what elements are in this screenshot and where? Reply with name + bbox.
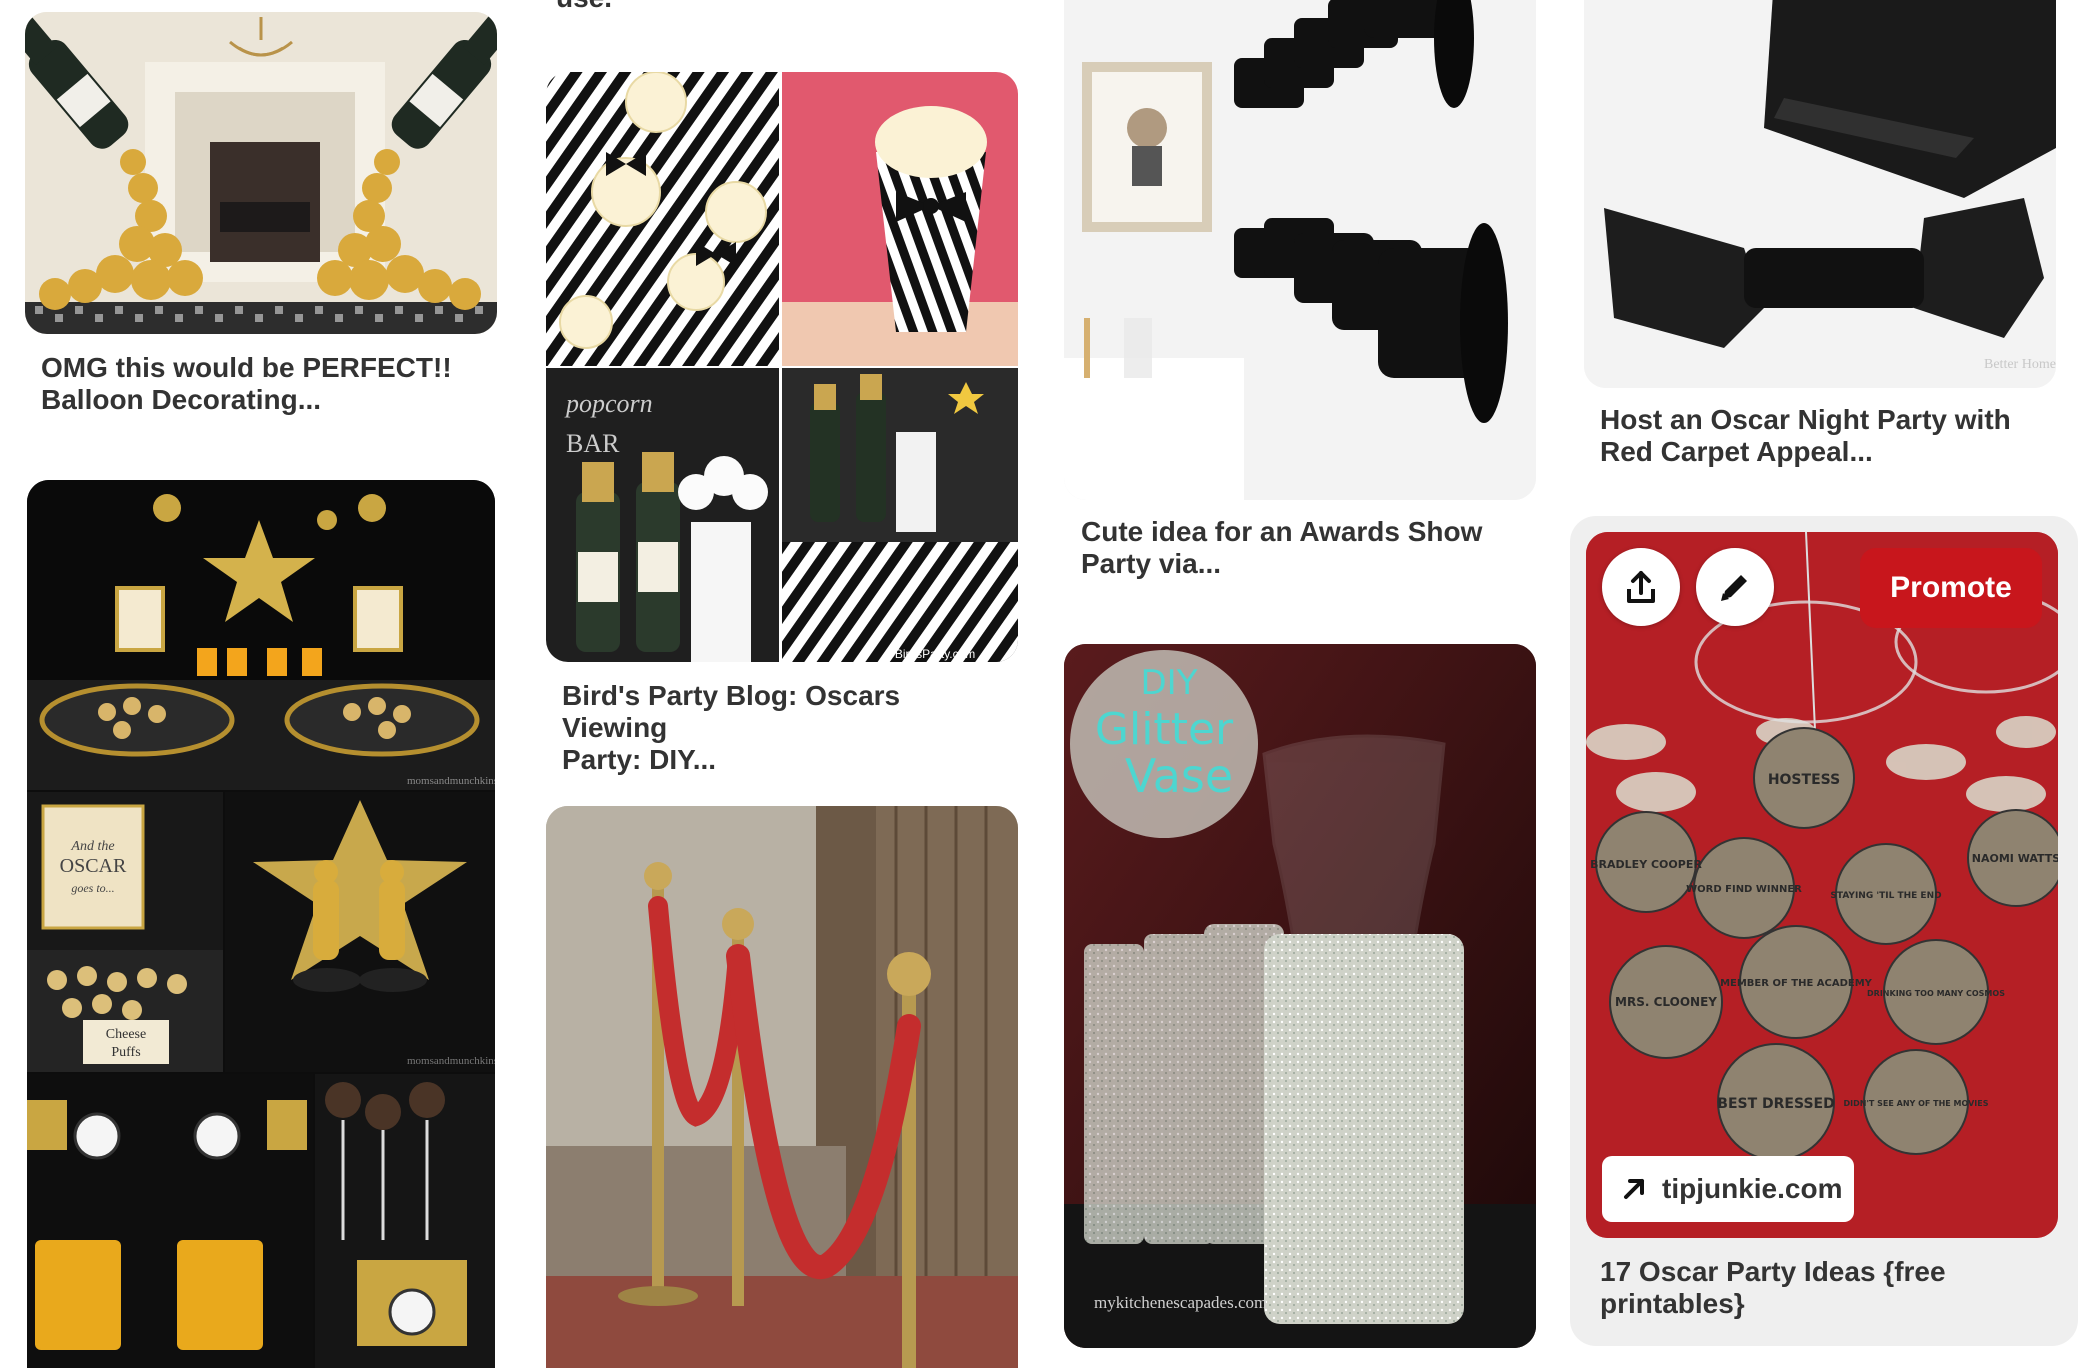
svg-text:MEMBER OF THE ACADEMY: MEMBER OF THE ACADEMY (1720, 978, 1873, 989)
top-hats-wall-illustration (1064, 0, 1536, 500)
pin-title-top-hats[interactable]: Cute idea for an Awards Show Party via..… (1081, 516, 1531, 580)
svg-text:Cheese: Cheese (106, 1027, 146, 1042)
svg-text:OSCAR: OSCAR (60, 855, 127, 877)
pin-image-glitter-vase[interactable]: DIY Glitter Vase mykitchenescapades.com (1064, 644, 1536, 1348)
pin-title-popcorn[interactable]: Bird's Party Blog: Oscars Viewing Party:… (562, 680, 1012, 776)
pin-image-top-hats[interactable] (1064, 0, 1536, 500)
svg-text:NAOMI WATTS: NAOMI WATTS (1972, 852, 2058, 865)
pin-title-balloons[interactable]: OMG this would be PERFECT!! Balloon Deco… (41, 352, 491, 416)
svg-text:Better Homes: Better Homes (1984, 357, 2056, 372)
svg-text:And the: And the (70, 839, 114, 854)
svg-text:goes to...: goes to... (71, 881, 114, 895)
svg-text:Vase: Vase (1125, 749, 1233, 803)
pin-image-candy-table[interactable]: momsandmunchkins.ca And the OSCAR goes t… (27, 480, 495, 1368)
svg-text:momsandmunchkins.ca: momsandmunchkins.ca (407, 775, 495, 787)
source-domain: tipjunkie.com (1662, 1173, 1843, 1204)
pin-image-balloons[interactable] (25, 12, 497, 334)
svg-text:WORD FIND WINNER: WORD FIND WINNER (1686, 884, 1802, 895)
svg-text:mykitchenescapades.com: mykitchenescapades.com (1094, 1293, 1267, 1312)
pin-image-bow-ties[interactable]: Better Homes (1584, 0, 2056, 388)
red-carpet-rope-illustration (546, 806, 1018, 1368)
share-button[interactable] (1602, 548, 1680, 626)
pin-image-red-ropes[interactable] (546, 806, 1018, 1368)
share-icon (1627, 571, 1655, 603)
svg-text:BAR: BAR (566, 429, 620, 458)
svg-text:Glitter: Glitter (1095, 704, 1234, 755)
svg-text:STAYING 'TIL THE END: STAYING 'TIL THE END (1830, 891, 1941, 901)
svg-text:HOSTESS: HOSTESS (1768, 772, 1840, 788)
svg-text:popcorn: popcorn (564, 389, 653, 418)
clipped-pin-title: use. (556, 0, 612, 14)
svg-text:BEST DRESSED: BEST DRESSED (1717, 1096, 1834, 1112)
pin-image-popcorn[interactable]: popcorn BAR ©BirdsParty.com (546, 72, 1018, 662)
svg-text:Puffs: Puffs (111, 1045, 140, 1060)
oscar-party-tags-illustration: HOSTESS BRADLEY COOPER WORD FIND WINNER … (1586, 532, 2058, 1238)
svg-text:DIY: DIY (1141, 663, 1198, 703)
source-link-button[interactable]: tipjunkie.com (1602, 1156, 1854, 1222)
pin-title-oscar-party[interactable]: 17 Oscar Party Ideas {free printables} (1600, 1256, 2050, 1320)
svg-text:momsandmunchkins.ca: momsandmunchkins.ca (407, 1055, 495, 1067)
edit-button[interactable] (1696, 548, 1774, 626)
svg-text:©BirdsParty.com: ©BirdsParty.com (886, 647, 975, 661)
pin-image-oscar-party[interactable]: HOSTESS BRADLEY COOPER WORD FIND WINNER … (1586, 532, 2058, 1238)
svg-text:BRADLEY COOPER: BRADLEY COOPER (1590, 858, 1702, 871)
bow-tie-napkins-illustration: Better Homes (1584, 0, 2056, 388)
pencil-icon (1721, 575, 1747, 601)
svg-text:DRINKING TOO MANY COSMOS: DRINKING TOO MANY COSMOS (1867, 989, 2005, 998)
popcorn-champagne-collage: popcorn BAR ©BirdsParty.com (546, 72, 1018, 662)
arrow-up-right-icon (1624, 1179, 1644, 1199)
balloon-arch-illustration (25, 12, 497, 334)
glitter-vase-illustration: DIY Glitter Vase mykitchenescapades.com (1064, 644, 1536, 1348)
dessert-table-collage: momsandmunchkins.ca And the OSCAR goes t… (27, 480, 495, 1368)
pin-title-bow-ties[interactable]: Host an Oscar Night Party with Red Carpe… (1600, 404, 2050, 468)
svg-text:MRS. CLOONEY: MRS. CLOONEY (1615, 995, 1717, 1009)
promote-button[interactable]: Promote (1860, 548, 2042, 628)
svg-text:DIDN'T SEE ANY OF THE MOVIES: DIDN'T SEE ANY OF THE MOVIES (1844, 1099, 1989, 1108)
